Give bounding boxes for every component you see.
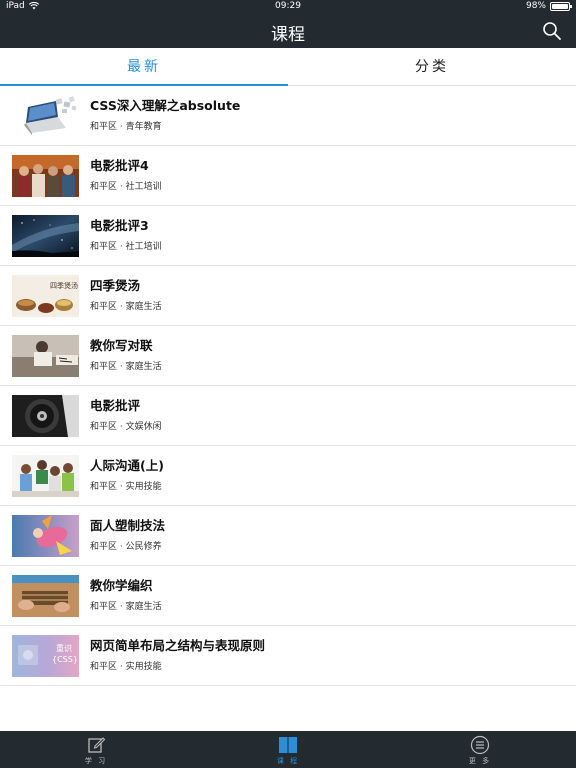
- menu-icon: [470, 735, 490, 755]
- css-slide-thumbnail: 重识 {CSS}: [12, 635, 79, 677]
- group-thumbnail: [12, 455, 79, 497]
- course-list: CSS深入理解之absolute 和平区 · 青年教育 电影批评4 和平区 · …: [0, 86, 576, 686]
- course-subtitle: 和平区 · 社工培训: [90, 242, 162, 252]
- laptop-thumbnail: [12, 95, 79, 137]
- bottom-tab-label: 更 多: [468, 757, 492, 765]
- course-subtitle: 和平区 · 公民修养: [90, 542, 162, 552]
- course-subtitle: 和平区 · 实用技能: [90, 482, 162, 492]
- edit-icon: [88, 737, 106, 753]
- bottom-tab-label: 课 程: [276, 757, 300, 765]
- course-title: 网页简单布局之结构与表现原则: [90, 638, 266, 653]
- status-right: 98%: [525, 1, 572, 11]
- course-item[interactable]: 四季煲汤 四季煲汤 和平区 · 家庭生活: [0, 266, 576, 326]
- course-item[interactable]: 重识 {CSS} 网页简单布局之结构与表现原则 和平区 · 实用技能: [0, 626, 576, 686]
- tab-latest[interactable]: 最新: [0, 48, 288, 86]
- course-title: CSS深入理解之absolute: [90, 98, 241, 113]
- status-time: 09:29: [275, 1, 301, 11]
- night-sky-thumbnail: [12, 215, 79, 257]
- course-subtitle: 和平区 · 家庭生活: [90, 602, 162, 612]
- battery-fill: [552, 3, 568, 9]
- battery-percent: 98%: [525, 1, 546, 11]
- course-item[interactable]: 电影批评 和平区 · 文娱休闲: [0, 386, 576, 446]
- course-item[interactable]: CSS深入理解之absolute 和平区 · 青年教育: [0, 86, 576, 146]
- people-thumbnail: [12, 155, 79, 197]
- course-item[interactable]: 教你写对联 和平区 · 家庭生活: [0, 326, 576, 386]
- course-title: 教你学编织: [90, 578, 153, 593]
- bottom-tab-more[interactable]: 更 多: [384, 731, 576, 768]
- soup-thumbnail: 四季煲汤: [12, 275, 79, 317]
- course-title: 电影批评4: [90, 158, 149, 173]
- course-item[interactable]: 教你学编织 和平区 · 家庭生活: [0, 566, 576, 626]
- course-item[interactable]: 人际沟通(上) 和平区 · 实用技能: [0, 446, 576, 506]
- course-subtitle: 和平区 · 青年教育: [90, 122, 162, 132]
- svg-text:四季煲汤: 四季煲汤: [50, 281, 78, 290]
- bottom-tab-courses[interactable]: 课 程: [192, 731, 384, 768]
- page-title: 课程: [271, 25, 305, 45]
- search-icon[interactable]: [542, 21, 562, 41]
- film-reel-thumbnail: [12, 395, 79, 437]
- course-subtitle: 和平区 · 家庭生活: [90, 302, 162, 312]
- slide-text-line2: {CSS}: [52, 655, 78, 664]
- segment-tabs: 最新 分类: [0, 48, 576, 86]
- course-item[interactable]: 电影批评4 和平区 · 社工培训: [0, 146, 576, 206]
- bottom-tab-study[interactable]: 学 习: [0, 731, 192, 768]
- tab-category[interactable]: 分类: [288, 48, 576, 85]
- course-title: 人际沟通(上): [90, 458, 164, 473]
- course-subtitle: 和平区 · 文娱休闲: [90, 422, 162, 432]
- bottom-tab-label: 学 习: [84, 757, 108, 765]
- book-icon: [279, 737, 297, 753]
- course-title: 面人塑制技法: [90, 518, 166, 533]
- course-title: 电影批评3: [90, 218, 149, 233]
- slide-text-line1: 重识: [56, 644, 72, 653]
- course-title: 电影批评: [90, 398, 141, 413]
- course-subtitle: 和平区 · 社工培训: [90, 182, 162, 192]
- battery-icon: [550, 1, 572, 11]
- bottom-tab-bar: 学 习 课 程 更 多: [0, 731, 576, 768]
- course-item[interactable]: 电影批评3 和平区 · 社工培训: [0, 206, 576, 266]
- course-subtitle: 和平区 · 实用技能: [90, 662, 162, 672]
- course-title: 四季煲汤: [90, 278, 141, 293]
- course-title: 教你写对联: [90, 338, 153, 353]
- calligraphy-thumbnail: [12, 335, 79, 377]
- status-bar: iPad 09:29 98%: [0, 0, 576, 14]
- course-item[interactable]: 面人塑制技法 和平区 · 公民修养: [0, 506, 576, 566]
- weaving-thumbnail: [12, 575, 79, 617]
- dough-figure-thumbnail: [12, 515, 79, 557]
- nav-bar: 课程: [0, 14, 576, 48]
- course-subtitle: 和平区 · 家庭生活: [90, 362, 162, 372]
